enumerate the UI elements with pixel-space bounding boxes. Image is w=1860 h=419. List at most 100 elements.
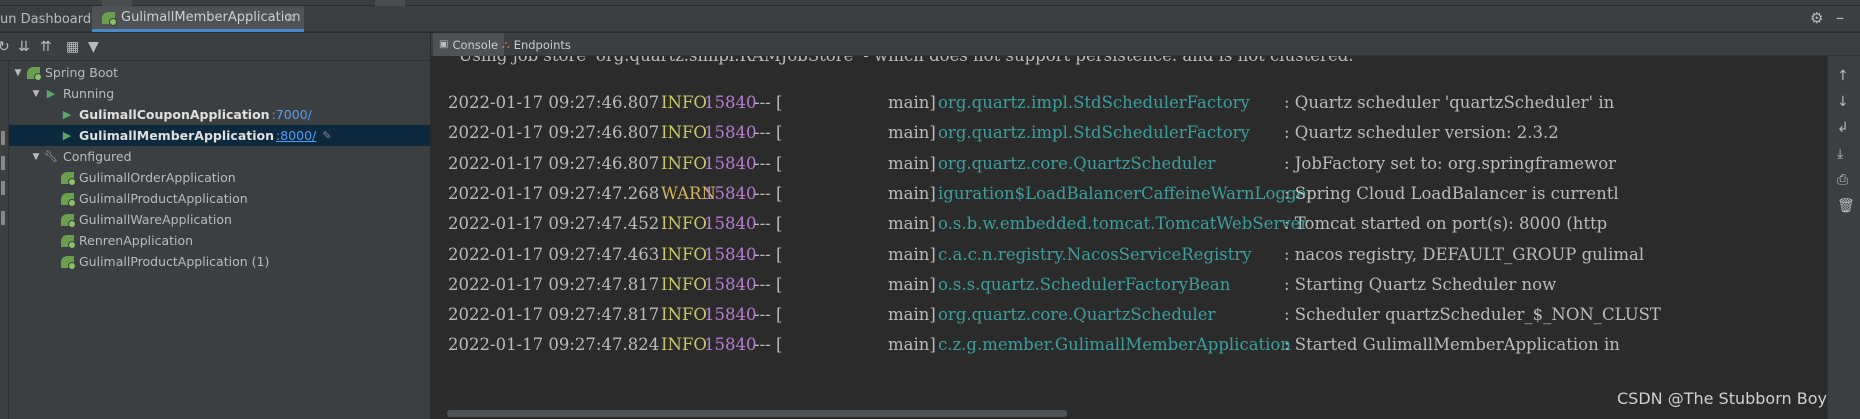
log-thread: main]	[888, 335, 936, 355]
log-message: : nacos registry, DEFAULT_GROUP gulimal	[1284, 244, 1645, 264]
app-name: RenrenApplication	[79, 233, 194, 248]
log-timestamp: 2022-01-17 09:27:47.268	[448, 183, 660, 203]
tab-label: Endpoints	[513, 37, 571, 52]
log-level: INFO	[661, 244, 707, 264]
console-side-toolbar: ↑ ↓ ↲ ⤓ ⎙ 🗑︎	[1827, 56, 1860, 419]
log-level: INFO	[661, 274, 707, 294]
tree-node-label: Configured	[63, 149, 132, 164]
gear-icon[interactable]: ⚙	[1810, 9, 1823, 27]
edit-icon[interactable]: ✎	[322, 129, 331, 142]
log-separator: --- [	[754, 123, 783, 143]
log-separator: --- [	[754, 214, 783, 234]
log-pid: 15840	[704, 183, 757, 203]
log-timestamp: 2022-01-17 09:27:47.817	[448, 305, 660, 325]
tree-node-renren-app[interactable]: RenrenApplication	[9, 230, 430, 251]
services-tree: ▼ Spring Boot ▼ ▶ Running ▶ GulimallCoup…	[9, 61, 430, 419]
tree-node-product-app[interactable]: GulimallProductApplication	[9, 188, 430, 209]
log-message: : Started GulimallMemberApplication in	[1284, 335, 1620, 355]
filter-icon[interactable]: ▼	[88, 39, 99, 55]
expand-all-icon[interactable]: ⇊	[18, 39, 30, 55]
log-separator: --- [	[754, 305, 783, 325]
log-thread: main]	[888, 93, 936, 112]
tree-node-coupon-app[interactable]: ▶ GulimallCouponApplication :7000/	[9, 104, 430, 125]
spring-boot-icon	[59, 255, 76, 270]
spring-boot-icon	[59, 171, 76, 186]
log-logger[interactable]: org.quartz.impl.StdSchedulerFactory	[938, 123, 1250, 142]
tree-node-order-app[interactable]: GulimallOrderApplication	[9, 167, 430, 188]
log-separator: --- [	[754, 153, 783, 173]
dashboard-label: un Dashboard:	[0, 12, 96, 27]
port-link[interactable]: :8000/	[276, 128, 316, 143]
app-name: GulimallMemberApplication	[79, 128, 275, 143]
spring-boot-icon	[59, 192, 76, 207]
app-name: GulimallProductApplication	[79, 191, 248, 206]
print-icon[interactable]: ⎙	[1837, 172, 1848, 188]
arrow-up-icon[interactable]: ↑	[1837, 68, 1849, 84]
dashboard-toolbar: ↻ ⇊ ⇈ ▦ ▼	[0, 33, 430, 61]
watermark: CSDN @The Stubborn Boy	[1617, 389, 1827, 408]
log-separator: --- [	[754, 335, 783, 355]
port-link[interactable]: :7000/	[272, 107, 312, 122]
log-logger[interactable]: org.quartz.core.QuartzScheduler	[938, 305, 1215, 324]
log-logger[interactable]: org.quartz.core.QuartzScheduler	[938, 154, 1215, 173]
scroll-to-end-icon[interactable]: ⤓	[1837, 146, 1843, 162]
log-message: : Scheduler quartzScheduler_$_NON_CLUST	[1284, 305, 1661, 325]
spring-boot-icon	[102, 11, 117, 26]
horizontal-scrollbar[interactable]	[447, 410, 1067, 417]
chevron-down-icon[interactable]: ▼	[29, 89, 43, 99]
log-pid: 15840	[704, 153, 757, 173]
rerun-icon[interactable]: ↻	[0, 39, 10, 55]
tree-node-product-app-1[interactable]: GulimallProductApplication (1)	[9, 251, 430, 272]
spring-boot-icon	[59, 213, 76, 228]
arrow-down-icon[interactable]: ↓	[1837, 94, 1849, 110]
log-logger[interactable]: o.s.b.w.embedded.tomcat.TomcatWebServer	[938, 214, 1308, 233]
log-pid: 15840	[704, 244, 757, 264]
chevron-down-icon[interactable]: ▼	[29, 152, 43, 162]
spring-boot-icon	[25, 66, 42, 81]
strip-mark	[1, 211, 5, 225]
tab-endpoints[interactable]: ⛬ Endpoints	[496, 33, 577, 56]
log-level: INFO	[661, 335, 707, 355]
tab-console[interactable]: ▣ Console	[433, 33, 505, 56]
log-level: INFO	[661, 214, 707, 234]
endpoints-icon: ⛬	[502, 37, 510, 51]
log-logger[interactable]: c.z.g.member.GulimallMemberApplication	[938, 335, 1291, 354]
tree-node-member-app[interactable]: ▶ GulimallMemberApplication :8000/ ✎	[9, 125, 430, 146]
console-line-partial: Using job store 'org.quartz.simpl.RAMJob…	[448, 56, 1353, 65]
close-icon[interactable]: ×	[284, 10, 296, 26]
log-pid: 15840	[704, 93, 757, 112]
log-level: INFO	[661, 123, 707, 143]
log-thread: main]	[888, 305, 936, 325]
app-name: GulimallProductApplication (1)	[79, 254, 270, 269]
log-logger[interactable]: c.a.c.n.registry.NacosServiceRegistry	[938, 245, 1252, 264]
trash-icon[interactable]: 🗑︎	[1837, 198, 1855, 214]
log-level: INFO	[661, 93, 707, 112]
tab-gulimall-member-application[interactable]: GulimallMemberApplication ×	[92, 6, 304, 32]
collapse-all-icon[interactable]: ⇈	[40, 39, 52, 55]
run-dashboard-titlebar: un Dashboard: GulimallMemberApplication …	[0, 6, 1860, 32]
tree-node-running[interactable]: ▼ ▶ Running	[9, 83, 430, 104]
console-header: ▣ Console ⛬ Endpoints	[431, 33, 1860, 56]
tab-label: GulimallMemberApplication	[121, 10, 301, 25]
minimize-icon[interactable]: –	[1836, 8, 1844, 27]
soft-wrap-icon[interactable]: ↲	[1837, 120, 1849, 136]
app-name: GulimallCouponApplication	[79, 107, 270, 122]
log-logger[interactable]: o.s.s.quartz.SchedulerFactoryBean	[938, 275, 1230, 294]
tree-node-spring-boot[interactable]: ▼ Spring Boot	[9, 62, 430, 83]
run-icon: ▶	[46, 87, 56, 100]
run-icon: ▶	[62, 108, 72, 121]
chevron-down-icon[interactable]: ▼	[11, 68, 25, 78]
log-separator: --- [	[754, 244, 783, 264]
log-level: INFO	[661, 153, 707, 173]
group-by-icon[interactable]: ▦	[66, 39, 79, 55]
log-logger[interactable]: org.quartz.impl.StdSchedulerFactory	[938, 93, 1250, 112]
log-timestamp: 2022-01-17 09:27:46.807	[448, 93, 660, 112]
log-pid: 15840	[704, 335, 757, 355]
log-message: : Tomcat started on port(s): 8000 (http	[1284, 214, 1608, 234]
log-message: : Spring Cloud LoadBalancer is currentl	[1284, 183, 1619, 203]
log-timestamp: 2022-01-17 09:27:47.817	[448, 274, 660, 294]
log-logger[interactable]: iguration$LoadBalancerCaffeineWarnLogger	[938, 184, 1314, 203]
tree-node-configured[interactable]: ▼ 🔧︎ Configured	[9, 146, 430, 167]
console-output[interactable]: Using job store 'org.quartz.simpl.RAMJob…	[431, 56, 1827, 419]
tree-node-ware-app[interactable]: GulimallWareApplication	[9, 209, 430, 230]
